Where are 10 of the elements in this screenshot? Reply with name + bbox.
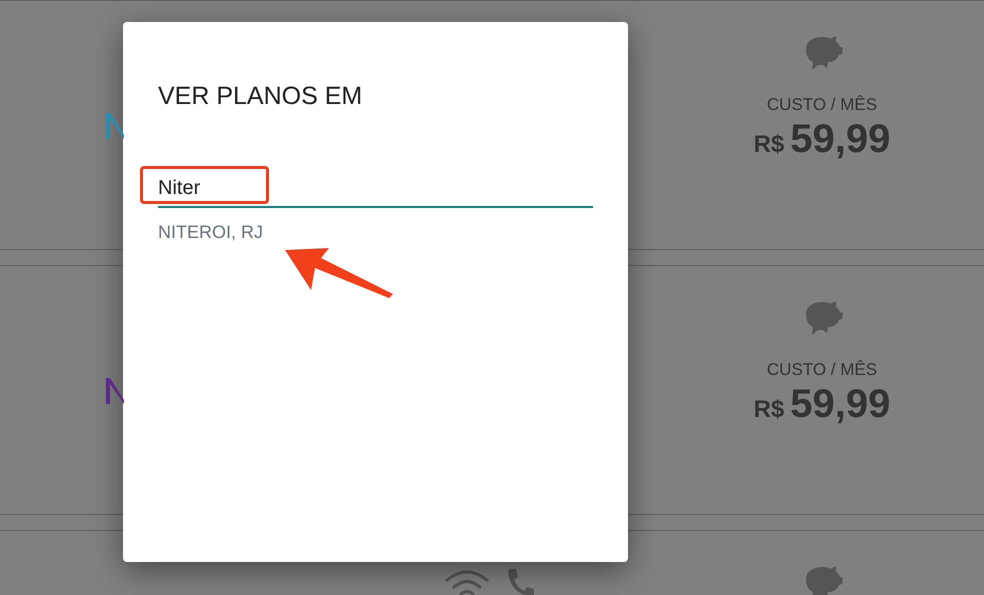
city-field[interactable]: Niter (158, 176, 593, 208)
suggestion-item[interactable]: NITEROI, RJ (158, 220, 264, 244)
price: 59,99 (790, 116, 890, 163)
currency: R$ (754, 130, 784, 160)
cost-label: CUSTO / MÊS (766, 95, 878, 115)
price: 59,99 (790, 381, 890, 428)
city-input[interactable]: Niter (158, 176, 593, 200)
currency: R$ (754, 395, 784, 425)
cost-label: CUSTO / MÊS (766, 360, 878, 380)
dialog-title: VER PLANOS EM (158, 81, 364, 112)
